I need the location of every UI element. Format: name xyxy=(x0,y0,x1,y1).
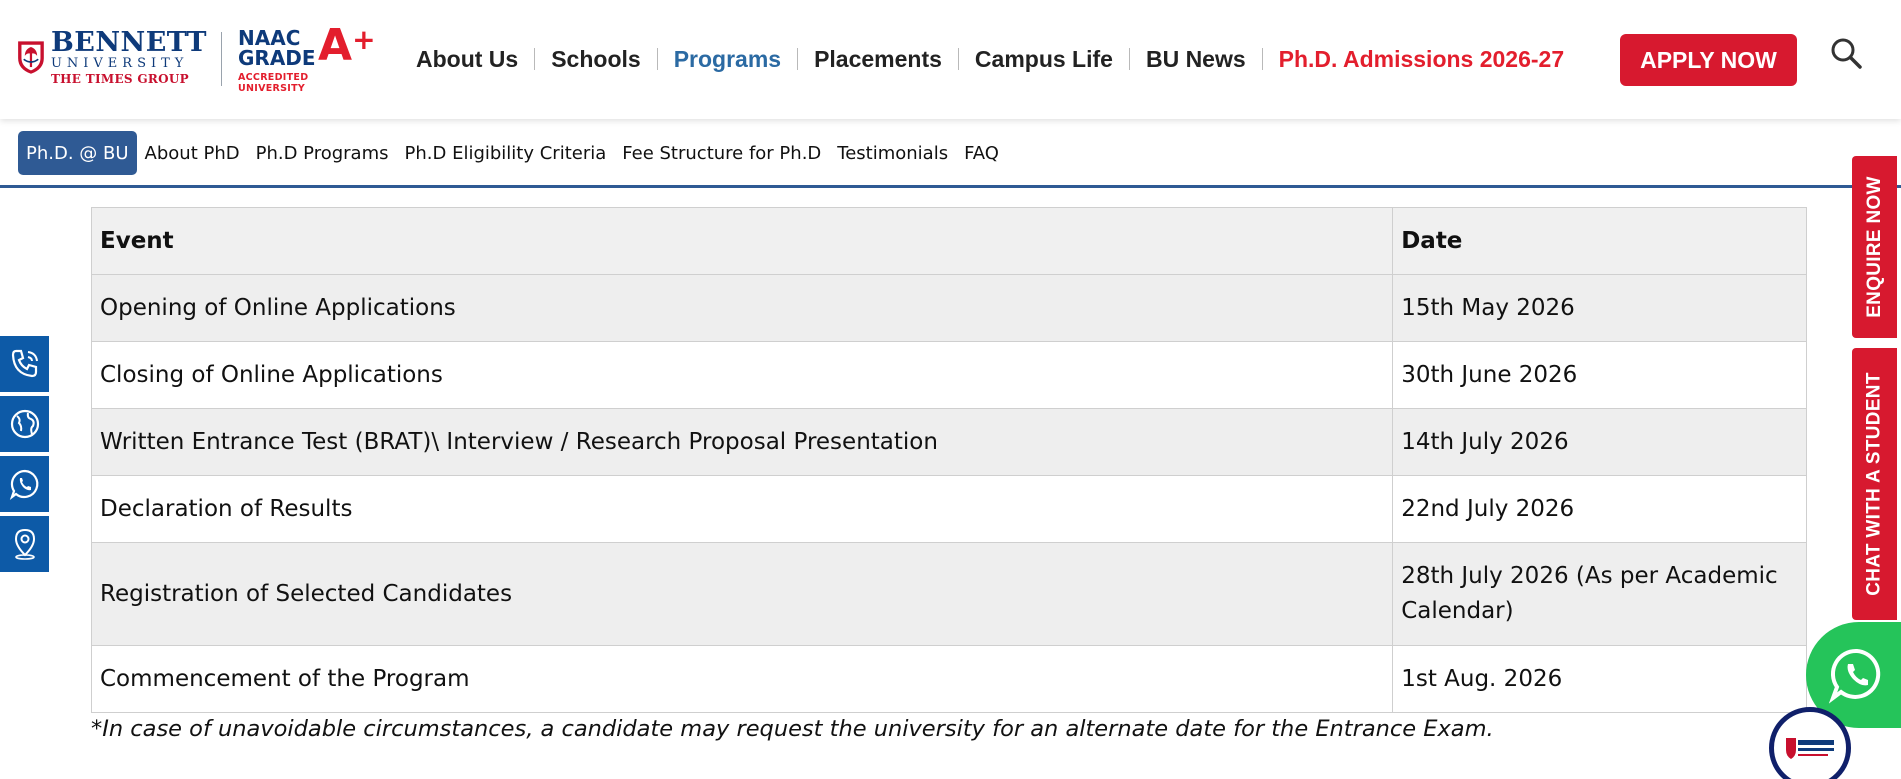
subnav-eligibility-criteria[interactable]: Ph.D Eligibility Criteria xyxy=(397,131,615,175)
whatsapp-icon xyxy=(1828,648,1881,704)
logo-title: BENNETT xyxy=(50,27,207,58)
enquire-now-tab[interactable]: ENQUIRE NOW xyxy=(1852,156,1897,338)
subnav-phd-at-bu[interactable]: Ph.D. @ BU xyxy=(18,131,137,175)
table-row: Opening of Online Applications 15th May … xyxy=(90,274,1807,342)
bennett-university-logo[interactable]: BENNETT UNIVERSITY THE TIMES GROUP xyxy=(17,24,207,90)
nav-placements[interactable]: Placements xyxy=(798,48,959,71)
globe-icon xyxy=(10,409,39,439)
nav-campus-life[interactable]: Campus Life xyxy=(959,48,1130,71)
chat-with-student-label: CHAT WITH A STUDENT xyxy=(1863,372,1885,596)
call-button[interactable] xyxy=(0,336,49,392)
nav-bu-news[interactable]: BU News xyxy=(1130,48,1263,71)
bu-chatbot-badge[interactable] xyxy=(1769,707,1851,779)
search-icon[interactable] xyxy=(1829,36,1863,70)
date-cell: 14th July 2026 xyxy=(1392,408,1807,476)
subnav-faq[interactable]: FAQ xyxy=(956,131,1007,175)
event-cell: Opening of Online Applications xyxy=(90,274,1394,342)
entrance-exam-note: *In case of unavoidable circumstances, a… xyxy=(91,716,1494,742)
nav-schools[interactable]: Schools xyxy=(535,48,658,71)
left-contact-bar xyxy=(0,336,49,576)
table-row: Commencement of the Program 1st Aug. 202… xyxy=(90,645,1807,713)
location-pin-icon xyxy=(14,528,35,560)
table-row: Closing of Online Applications 30th June… xyxy=(90,341,1807,409)
phd-subnav: Ph.D. @ BU About PhD Ph.D Programs Ph.D … xyxy=(0,120,1901,188)
event-cell: Declaration of Results xyxy=(90,475,1394,543)
bennett-crest-icon xyxy=(1786,738,1834,759)
column-header-date: Date xyxy=(1392,207,1807,275)
enquire-now-label: ENQUIRE NOW xyxy=(1863,176,1885,318)
subnav-fee-structure[interactable]: Fee Structure for Ph.D xyxy=(614,131,829,175)
table-row: Written Entrance Test (BRAT)\ Interview … xyxy=(90,408,1807,476)
nav-phd-admissions[interactable]: Ph.D. Admissions 2026-27 xyxy=(1263,46,1564,73)
events-table-container: Event Date Opening of Online Application… xyxy=(90,207,1807,713)
date-cell: 30th June 2026 xyxy=(1392,341,1807,409)
apply-now-button[interactable]: APPLY NOW xyxy=(1620,34,1797,86)
table-header-row: Event Date xyxy=(90,207,1807,275)
naac-accredited-label: ACCREDITED UNIVERSITY xyxy=(238,72,309,94)
subnav-testimonials[interactable]: Testimonials xyxy=(829,131,956,175)
nav-about-us[interactable]: About Us xyxy=(400,48,536,71)
date-cell: 28th July 2026 (As per Academic Calendar… xyxy=(1392,542,1807,646)
nav-programs[interactable]: Programs xyxy=(658,48,799,71)
logo-subtitle: UNIVERSITY xyxy=(50,56,189,71)
column-header-event: Event xyxy=(90,207,1394,275)
logo-divider xyxy=(221,32,222,86)
table-row: Registration of Selected Candidates 28th… xyxy=(90,542,1807,646)
chat-with-student-tab[interactable]: CHAT WITH A STUDENT xyxy=(1852,348,1897,620)
site-header: BENNETT UNIVERSITY THE TIMES GROUP NAAC … xyxy=(0,0,1901,119)
subnav-about-phd[interactable]: About PhD xyxy=(137,131,248,175)
event-cell: Registration of Selected Candidates xyxy=(90,542,1394,646)
event-cell: Commencement of the Program xyxy=(90,645,1394,713)
phone-icon xyxy=(11,349,38,378)
website-button[interactable] xyxy=(0,396,49,452)
location-button[interactable] xyxy=(0,516,49,572)
whatsapp-contact-button[interactable] xyxy=(0,456,49,512)
admission-schedule-table: Event Date Opening of Online Application… xyxy=(90,207,1807,713)
main-nav: About Us Schools Programs Placements Cam… xyxy=(400,42,1564,76)
logo-group: THE TIMES GROUP xyxy=(50,72,190,86)
date-cell: 15th May 2026 xyxy=(1392,274,1807,342)
date-cell: 1st Aug. 2026 xyxy=(1392,645,1807,713)
naac-grade-value: A+ xyxy=(318,20,376,71)
university-crest-icon xyxy=(18,41,44,74)
table-row: Declaration of Results 22nd July 2026 xyxy=(90,475,1807,543)
date-cell: 22nd July 2026 xyxy=(1392,475,1807,543)
naac-grade-logo: NAAC GRADE A+ ACCREDITED UNIVERSITY xyxy=(238,23,378,94)
subnav-phd-programs[interactable]: Ph.D Programs xyxy=(248,131,397,175)
whatsapp-icon xyxy=(9,469,38,500)
event-cell: Closing of Online Applications xyxy=(90,341,1394,409)
event-cell: Written Entrance Test (BRAT)\ Interview … xyxy=(90,408,1394,476)
